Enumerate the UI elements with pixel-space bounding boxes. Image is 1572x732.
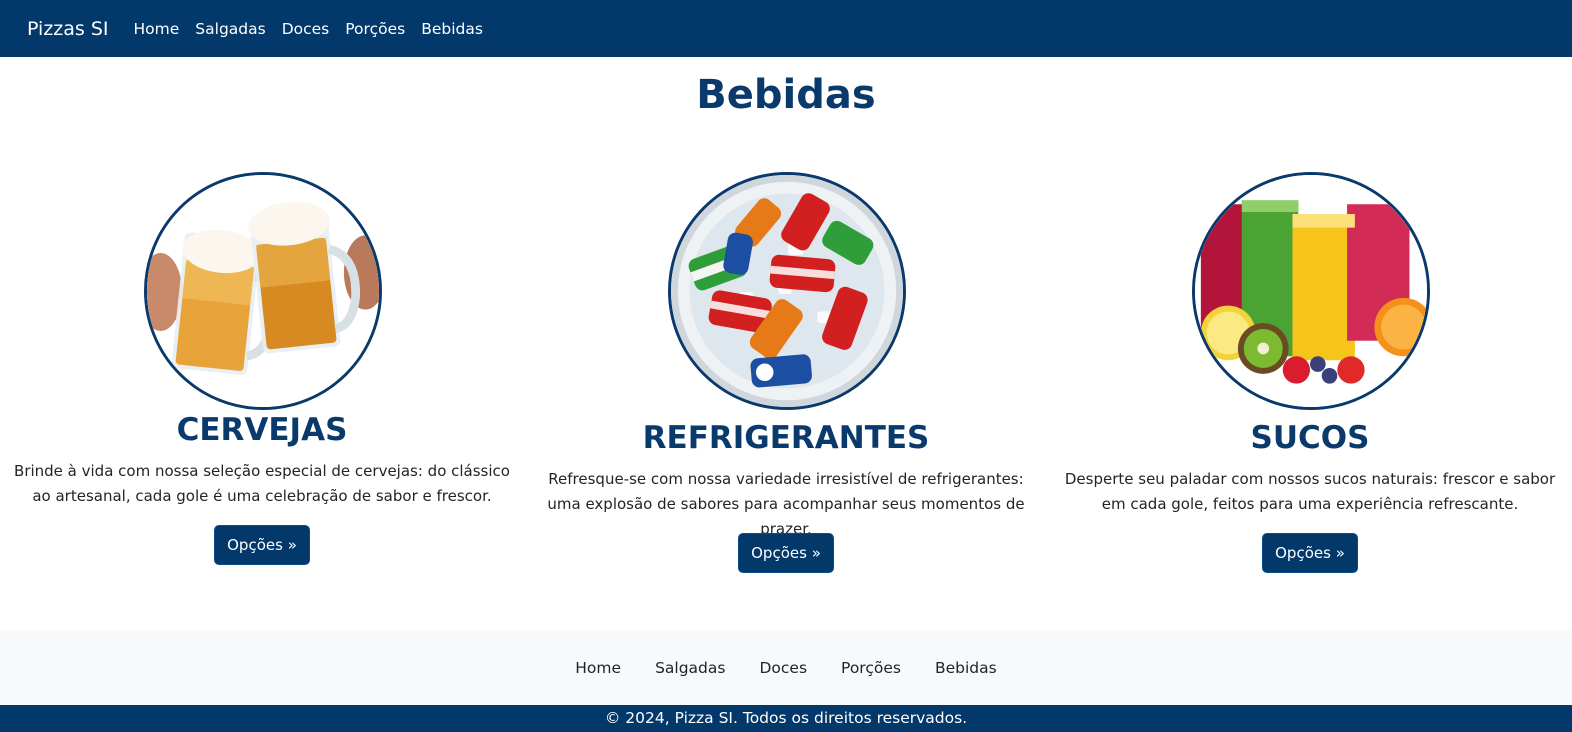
footer-link-bebidas[interactable]: Bebidas (935, 659, 997, 677)
nav-link-doces[interactable]: Doces (282, 20, 330, 38)
card-text-refrigerantes: Refresque-se com nossa variedade irresis… (547, 470, 1025, 538)
copyright-bar: © 2024, Pizza SI. Todos os direitos rese… (0, 705, 1572, 732)
footer-link-salgadas[interactable]: Salgadas (655, 659, 725, 677)
soda-cans-on-ice-image (668, 172, 906, 410)
nav-link-home[interactable]: Home (134, 20, 180, 38)
beer-mugs-image (144, 172, 382, 410)
footer-link-doces[interactable]: Doces (759, 659, 807, 677)
card-title-cervejas: CERVEJAS (176, 412, 348, 448)
nav-link-porcoes[interactable]: Porções (345, 20, 405, 38)
footer-nav: Home Salgadas Doces Porções Bebidas (0, 630, 1572, 705)
opcoes-button-refrigerantes[interactable]: Opções » (738, 533, 834, 573)
footer-link-home[interactable]: Home (575, 659, 621, 677)
page-title: Bebidas (696, 72, 876, 118)
card-text-sucos: Desperte seu paladar com nossos sucos na… (1064, 470, 1556, 513)
card-text-cervejas: Brinde à vida com nossa seleção especial… (14, 462, 510, 505)
top-navbar: Pizzas SI Home Salgadas Doces Porções Be… (0, 0, 1572, 57)
nav-link-salgadas[interactable]: Salgadas (195, 20, 265, 38)
footer-link-porcoes[interactable]: Porções (841, 659, 901, 677)
opcoes-button-sucos[interactable]: Opções » (1262, 533, 1358, 573)
brand-link[interactable]: Pizzas SI (27, 18, 109, 40)
opcoes-button-cervejas[interactable]: Opções » (214, 525, 310, 565)
nav-link-bebidas[interactable]: Bebidas (421, 20, 483, 38)
juice-glasses-image (1192, 172, 1430, 410)
card-title-refrigerantes: REFRIGERANTES (642, 420, 930, 456)
card-title-sucos: SUCOS (1250, 420, 1370, 456)
